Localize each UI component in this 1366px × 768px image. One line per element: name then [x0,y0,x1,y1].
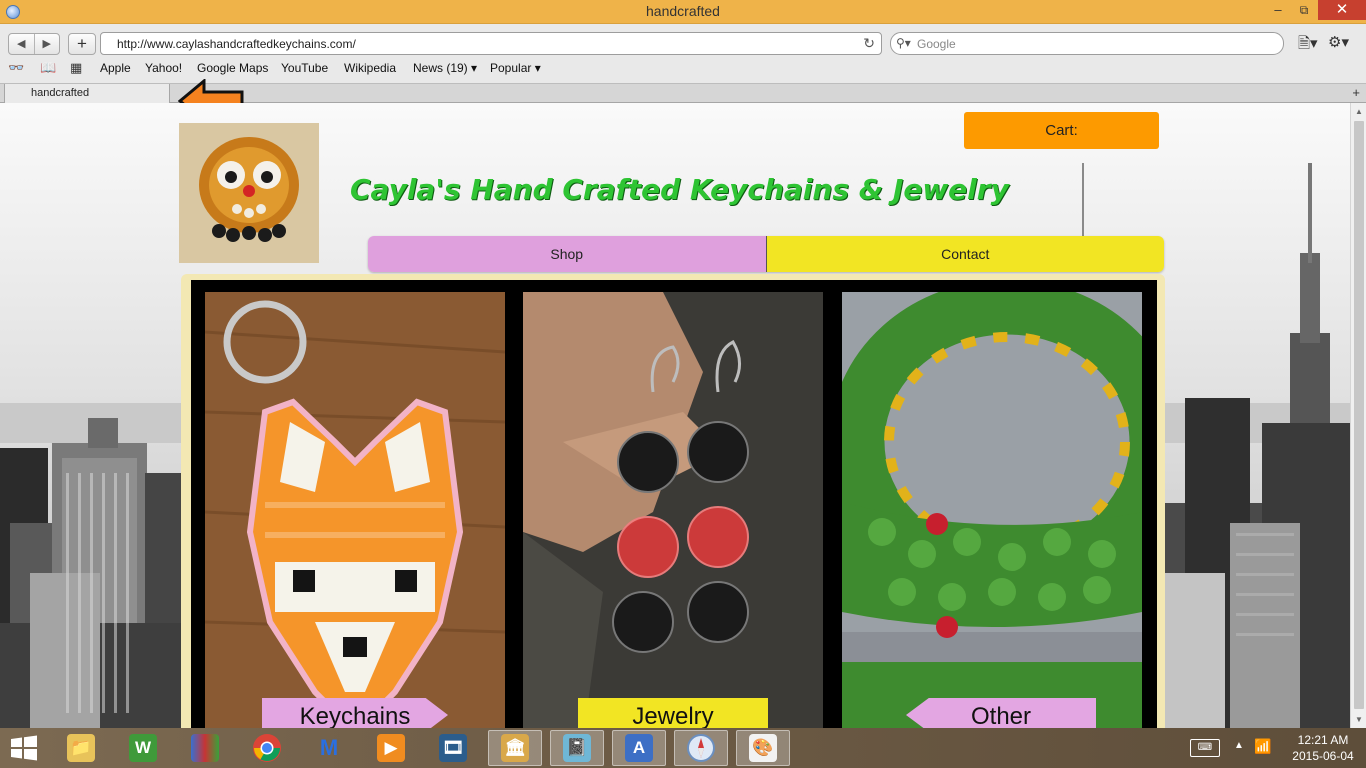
keyboard-icon[interactable]: ⌨ [1190,739,1220,757]
bookmark-news-label: News (19) [413,61,468,75]
minimize-button[interactable]: – [1264,0,1292,20]
taskbar-malwarebytes[interactable]: M [302,730,356,766]
category-gallery: Keychains Jewelry Other [191,280,1157,728]
close-button[interactable]: ✕ [1318,0,1366,20]
back-button[interactable]: ◀ [9,34,34,54]
scroll-down-icon[interactable]: ▼ [1351,715,1366,724]
paint-palette-icon: 🎨 [749,734,777,762]
fox-keychain-photo-icon [205,292,505,728]
media-player-icon: ▶ [377,734,405,762]
clock-time: 12:21 AM [1297,733,1349,747]
film-icon: 🎞 [439,734,467,762]
maximize-button[interactable]: ⧉ [1290,0,1318,20]
search-icon: ⚲▾ [896,36,911,50]
show-hidden-icons-icon[interactable]: ▲ [1234,740,1244,751]
site-title: Cayla's Hand Crafted Keychains & Jewelry [350,173,1009,206]
scrollbar-thumb[interactable] [1354,121,1364,709]
taskbar-safari[interactable] [674,730,728,766]
address-bar[interactable]: ↻ [100,32,882,55]
taskbar-paint[interactable]: 🎨 [736,730,790,766]
bookmark-apple[interactable]: Apple [100,61,131,75]
tab-label: handcrafted [31,87,90,99]
bookmark-popular-label: Popular [490,61,532,75]
url-input[interactable] [117,36,837,52]
bookmarks-icon[interactable]: 📖 [40,60,56,76]
taskbar-file-explorer[interactable]: 📁 [54,730,108,766]
wordweb-icon: W [129,734,157,762]
beaded-cuff-photo-icon [842,292,1142,728]
top-sites-icon[interactable]: ▦ [70,60,82,76]
chrome-icon [253,734,281,762]
reload-icon[interactable]: ↻ [863,35,875,52]
gear-icon[interactable]: ⚙▾ [1328,33,1349,51]
taskbar-wordweb[interactable]: W [116,730,170,766]
folder-icon: 📁 [67,734,95,762]
category-keychains[interactable]: Keychains [205,292,505,728]
nav-contact[interactable]: Contact [766,236,1164,272]
taskbar-word-document[interactable]: A [612,730,666,766]
reading-list-icon[interactable]: 👓 [8,60,24,76]
taskbar-notebook[interactable]: 📓 [550,730,604,766]
site-logo[interactable] [179,123,319,263]
taskbar-media-player[interactable]: ▶ [364,730,418,766]
windows-taskbar: 📁 W M ▶ 🎞 🏛 📓 A 🎨 ⌨ ▲ 📶 12:21 AM 2015-06… [0,728,1366,768]
bookmark-yahoo[interactable]: Yahoo! [145,61,182,75]
search-input[interactable] [917,36,1267,52]
safari-compass-icon [687,734,715,762]
window-title: handcrafted [646,3,720,19]
earrings-photo-icon [523,292,823,728]
other-label[interactable]: Other [906,698,1096,728]
site-nav-menu: Shop Contact [368,236,1164,272]
category-jewelry[interactable]: Jewelry [523,292,823,728]
tab-handcrafted[interactable]: handcrafted [4,84,170,103]
taskbar-winrar[interactable] [178,730,232,766]
jewelry-label[interactable]: Jewelry [578,698,768,728]
bookmark-news[interactable]: News (19) ▾ [413,61,477,75]
cart-button[interactable]: Cart: [964,112,1159,149]
winrar-icon [191,734,219,762]
network-icon[interactable]: 📶 [1254,738,1271,755]
windows-start-icon[interactable] [8,734,40,762]
browser-toolbar: ◀ ▶ + ↻ ⚲▾ 🗎▾ ⚙▾ 👓 📖 ▦ Apple Yahoo! Goog… [0,24,1366,84]
bookmark-popular[interactable]: Popular ▾ [490,61,541,75]
window-titlebar: handcrafted – ⧉ ✕ [0,0,1366,24]
web-page: Cart: Cayla's Hand Crafted Keychains & J… [0,103,1350,728]
bookmark-wikipedia[interactable]: Wikipedia [344,61,396,75]
nav-shop[interactable]: Shop [368,236,767,272]
page-menu-icon[interactable]: 🗎▾ [1298,33,1318,58]
taskbar-video-editor[interactable]: 🎞 [426,730,480,766]
bank-icon: 🏛 [501,734,529,762]
keychains-label[interactable]: Keychains [262,698,448,728]
new-tab-button[interactable]: + [1352,84,1360,102]
bookmarks-bar: 👓 📖 ▦ Apple Yahoo! Google Maps YouTube W… [0,59,1366,79]
category-other[interactable]: Other [842,292,1142,728]
bookmark-youtube[interactable]: YouTube [281,61,328,75]
malwarebytes-icon: M [319,735,339,760]
search-bar[interactable]: ⚲▾ [890,32,1284,55]
owl-keychain-logo-icon [179,123,319,263]
notebook-icon: 📓 [563,734,591,762]
nav-buttons: ◀ ▶ [8,33,60,55]
document-icon: A [625,734,653,762]
clock-date: 2015-06-04 [1292,749,1354,763]
forward-button[interactable]: ▶ [33,34,60,54]
bookmark-google-maps[interactable]: Google Maps [197,61,268,75]
page-scrollbar[interactable]: ▲ ▼ [1350,103,1366,728]
taskbar-bank-app[interactable]: 🏛 [488,730,542,766]
add-bookmark-button[interactable]: + [68,33,96,55]
taskbar-chrome[interactable] [240,730,294,766]
taskbar-clock[interactable]: 12:21 AM 2015-06-04 [1290,732,1356,764]
scroll-up-icon[interactable]: ▲ [1351,107,1366,116]
